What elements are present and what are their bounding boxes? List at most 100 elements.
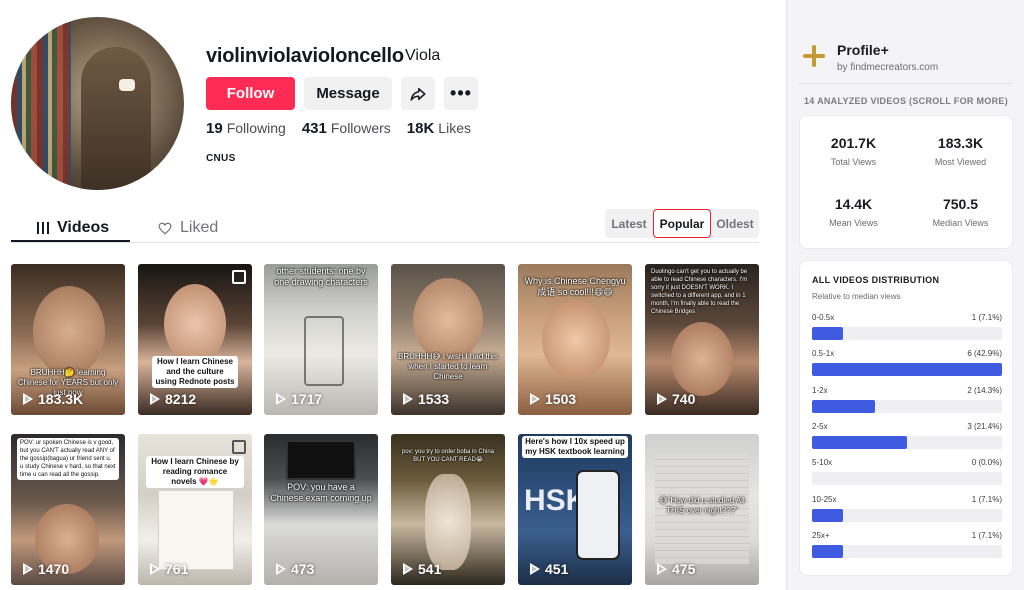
distribution-bar-track <box>812 508 1002 522</box>
view-count: 451 <box>545 561 569 577</box>
likes-label: Likes <box>438 120 471 136</box>
distribution-bar-track <box>812 327 1002 340</box>
share-icon <box>410 87 426 101</box>
tab-videos[interactable]: Videos <box>37 214 109 242</box>
more-dots-icon: ••• <box>450 83 472 103</box>
follow-button[interactable]: Follow <box>206 77 295 110</box>
video-thumbnail <box>158 490 234 570</box>
sort-option-latest[interactable]: Latest <box>605 209 653 238</box>
stat-median-views: 750.5 Median Views <box>907 196 1014 228</box>
video-thumbnail <box>671 322 733 396</box>
stat-most-viewed: 183.3K Most Viewed <box>907 135 1014 167</box>
sort-option-oldest[interactable]: Oldest <box>711 209 759 238</box>
profile-stats: 19 Following 431 Followers 18K Likes <box>206 120 471 137</box>
sort-option-popular[interactable]: Popular <box>653 209 711 238</box>
distribution-row: 0-0.5x 1 (7.1%) <box>812 313 1002 345</box>
analyzed-videos-label: 14 ANALYZED VIDEOS (SCROLL FOR MORE) <box>804 96 1008 106</box>
distribution-bar-fill <box>812 508 844 522</box>
stat-total-views: 201.7K Total Views <box>800 135 907 167</box>
play-icon <box>530 393 540 405</box>
distribution-range-label: 0-0.5x <box>812 313 835 322</box>
video-card[interactable]: BRUHHH😅 I wish I had this when I started… <box>391 264 505 415</box>
tab-videos-label: Videos <box>57 219 110 236</box>
video-card[interactable]: pov: you try to order boba in China BUT … <box>391 434 505 585</box>
distribution-range-label: 10-25x <box>812 494 837 504</box>
distribution-count-label: 1 (7.1%) <box>971 530 1002 540</box>
video-views: 1717 <box>276 391 322 407</box>
video-thumbnail <box>425 474 471 570</box>
share-button[interactable] <box>401 77 435 110</box>
play-icon <box>530 563 540 575</box>
play-icon <box>657 563 667 575</box>
play-icon <box>403 563 413 575</box>
distribution-row: 25x+ 1 (7.1%) <box>812 531 1002 563</box>
video-views: 541 <box>403 561 441 577</box>
play-icon <box>23 393 33 405</box>
tab-divider <box>11 242 759 243</box>
following-stat[interactable]: 19 Following <box>206 120 286 137</box>
video-thumbnail <box>304 316 344 386</box>
distribution-bar-fill <box>812 399 876 413</box>
video-card[interactable]: POV: ur spoken Chinese is v good, but yo… <box>11 434 125 585</box>
followers-stat[interactable]: 431 Followers <box>302 120 391 137</box>
video-views: 761 <box>150 561 188 577</box>
video-card[interactable]: How I learn Chinese and the culture usin… <box>138 264 252 415</box>
video-views: 1533 <box>403 391 449 407</box>
play-icon <box>657 393 667 405</box>
video-thumbnail <box>542 300 610 380</box>
stat-label: Most Viewed <box>934 157 987 167</box>
followers-count: 431 <box>301 120 327 137</box>
distribution-bar-track <box>812 363 1002 377</box>
video-caption: POV: you have a Chinese exam coming up <box>270 482 372 503</box>
message-button[interactable]: Message <box>304 77 392 110</box>
play-icon <box>276 563 286 575</box>
video-card[interactable]: HSK Here's how I 10x speed up my HSK tex… <box>518 434 632 585</box>
distribution-subtitle: Relative to median views <box>812 292 901 301</box>
video-card[interactable]: 😅"How did u studied All THIS over night?… <box>645 434 759 585</box>
view-count: 1470 <box>38 561 70 577</box>
distribution-range-label: 0.5-1x <box>812 349 835 359</box>
video-card[interactable]: POV: you have a Chinese exam coming up 4… <box>264 434 378 585</box>
avatar-person <box>81 47 151 190</box>
video-caption: Why is Chinese Chengyu成语 so cool!!!😄😄 <box>524 276 626 297</box>
view-count: 1503 <box>545 391 577 407</box>
more-options-button[interactable]: ••• <box>444 77 478 110</box>
video-card[interactable]: How I learn Chinese by reading romance n… <box>138 434 252 585</box>
video-card[interactable]: Why is Chinese Chengyu成语 so cool!!!😄😄 15… <box>518 264 632 415</box>
video-caption: Here's how I 10x speed up my HSK textboo… <box>522 436 628 458</box>
likes-stat: 18K Likes <box>407 120 471 137</box>
video-views: 1470 <box>23 561 69 577</box>
video-card[interactable]: Duolingo can't get you to actually be ab… <box>645 264 759 415</box>
followers-label: Followers <box>330 120 391 136</box>
profile-plus-logo-icon <box>803 45 825 67</box>
video-caption: How I learn Chinese by reading romance n… <box>146 456 244 488</box>
play-icon <box>150 393 160 405</box>
phone-thumbnail <box>576 470 620 560</box>
video-thumbnail <box>33 286 105 376</box>
distribution-count-label: 1 (7.1%) <box>971 494 1002 504</box>
video-views: 1503 <box>530 391 576 407</box>
distribution-row: 0.5-1x 6 (42.9%) <box>812 349 1002 381</box>
distribution-bar-fill <box>812 363 1002 377</box>
video-card[interactable]: BRUHHH🤔 learning Chinese for YEARS but o… <box>11 264 125 415</box>
profile-avatar[interactable] <box>11 17 184 190</box>
video-card[interactable]: other students: one by one drawing chara… <box>264 264 378 415</box>
video-views: 183.3K <box>23 391 83 407</box>
distribution-bar-track <box>812 435 1002 449</box>
tab-liked[interactable]: Liked <box>158 214 218 242</box>
distribution-row: 10-25x 1 (7.1%) <box>812 495 1002 527</box>
stat-mean-views: 14.4K Mean Views <box>800 196 907 228</box>
view-count: 1717 <box>291 391 323 407</box>
stat-label: Median Views <box>932 218 989 228</box>
distribution-card: ALL VIDEOS DISTRIBUTION Relative to medi… <box>799 260 1013 576</box>
video-caption: BRUHHH😅 I wish I had this when I started… <box>398 352 498 381</box>
panel-brand-subtitle[interactable]: by findmecreators.com <box>837 62 938 73</box>
video-views: 473 <box>276 561 314 577</box>
view-count: 740 <box>672 391 696 407</box>
view-count: 761 <box>165 561 189 577</box>
video-thumbnail <box>164 284 226 364</box>
view-count: 8212 <box>165 391 197 407</box>
stat-label: Mean Views <box>829 218 878 228</box>
distribution-title: ALL VIDEOS DISTRIBUTION <box>812 275 940 285</box>
play-icon <box>403 393 413 405</box>
